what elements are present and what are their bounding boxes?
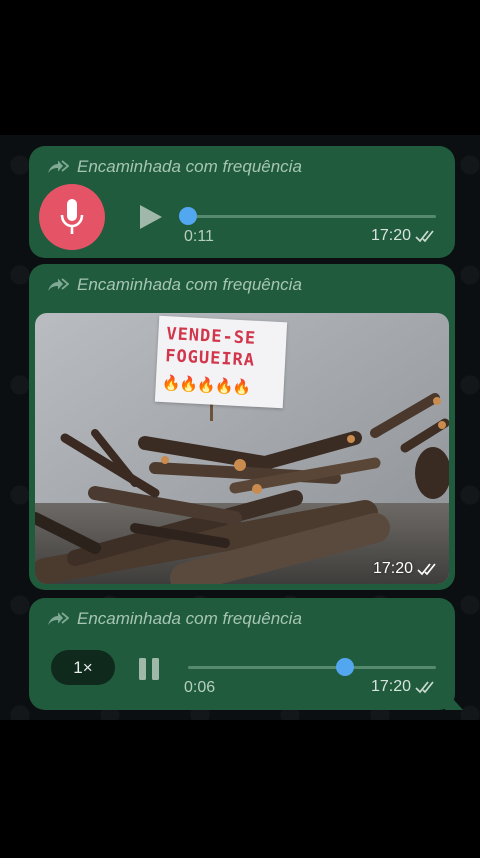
play-button[interactable] [136, 202, 166, 232]
voice-message[interactable]: Encaminhada com frequência 1× 0:06 17:20 [29, 598, 455, 710]
firewood-photo[interactable]: VENDE-SE FOGUEIRA 🔥🔥🔥🔥🔥 17:20 [35, 313, 449, 584]
forwarded-label: Encaminhada com frequência [47, 274, 302, 296]
image-message[interactable]: Encaminhada com frequência VENDE-SE FOGU… [29, 264, 455, 590]
pause-icon [139, 658, 159, 680]
audio-progress-track[interactable] [188, 666, 436, 669]
pause-button[interactable] [135, 655, 163, 683]
audio-elapsed: 0:06 [184, 679, 216, 696]
message-timestamp: 17:20 [373, 560, 439, 578]
microphone-icon [60, 199, 84, 234]
audio-progress-thumb[interactable] [336, 658, 354, 676]
forwarded-label: Encaminhada com frequência [47, 608, 302, 630]
forwarded-label: Encaminhada com frequência [47, 156, 302, 178]
play-icon [140, 205, 162, 229]
audio-progress-thumb[interactable] [179, 207, 197, 225]
forwarded-icon [48, 278, 69, 291]
double-check-icon [415, 230, 434, 243]
double-check-icon [417, 563, 436, 576]
message-timestamp: 17:20 [371, 227, 437, 245]
forwarded-icon [48, 160, 69, 173]
microphone-avatar [39, 184, 105, 250]
forwarded-icon [48, 612, 69, 625]
voice-message[interactable]: Encaminhada com frequência 0:11 17:20 [29, 146, 455, 258]
playback-speed-button[interactable]: 1× [51, 650, 115, 685]
message-timestamp: 17:20 [371, 678, 437, 696]
double-check-icon [415, 681, 434, 694]
audio-duration: 0:11 [184, 228, 214, 245]
for-sale-sign: VENDE-SE FOGUEIRA 🔥🔥🔥🔥🔥 [154, 315, 288, 409]
audio-progress-track[interactable] [186, 215, 436, 218]
bubble-tail [445, 690, 463, 710]
